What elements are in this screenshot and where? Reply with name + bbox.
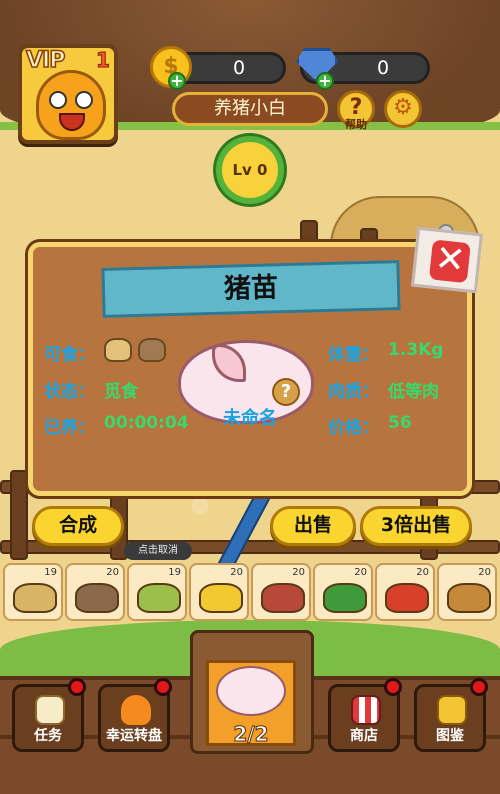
notification-dot bbox=[384, 678, 402, 696]
sell-button[interactable]: 出售 bbox=[270, 506, 356, 546]
sell-triple-button[interactable]: 3倍出售 bbox=[360, 506, 472, 546]
food-slot[interactable]: 20 bbox=[313, 563, 373, 621]
status-value: 觅食 bbox=[104, 382, 138, 402]
spinach-icon bbox=[323, 583, 367, 613]
flame-icon bbox=[121, 695, 151, 725]
avatar-eye bbox=[49, 91, 67, 109]
level-badge[interactable]: Lv 0 bbox=[216, 136, 284, 204]
shop-label: 商店 bbox=[350, 728, 378, 744]
task-scroll-icon bbox=[35, 695, 65, 725]
price-value: 56 bbox=[388, 413, 412, 433]
lucky-wheel-label: 幸运转盘 bbox=[106, 728, 162, 744]
sunflower-seeds-icon bbox=[75, 583, 119, 613]
food-count: 19 bbox=[44, 567, 57, 578]
food-slot[interactable]: 20 bbox=[189, 563, 249, 621]
food-count: 20 bbox=[478, 567, 491, 578]
compose-button[interactable]: 合成 bbox=[32, 506, 124, 546]
meat-quality-label: 肉质： bbox=[328, 382, 379, 402]
shop-icon bbox=[351, 695, 381, 725]
crown-icon bbox=[437, 695, 467, 725]
food-slot[interactable]: 19 bbox=[3, 563, 63, 621]
sunflower-seeds-icon bbox=[138, 338, 166, 362]
close-button[interactable]: ✕ bbox=[411, 226, 483, 294]
pig-icon bbox=[216, 666, 286, 716]
sweet-potato-icon bbox=[261, 583, 305, 613]
food-count: 19 bbox=[168, 567, 181, 578]
status-label: 状态： bbox=[44, 382, 95, 402]
price-label: 价格： bbox=[328, 418, 379, 438]
food-slot[interactable]: 20 bbox=[375, 563, 435, 621]
pig-count: 2/2 bbox=[233, 722, 269, 747]
soybeans-icon bbox=[13, 583, 57, 613]
food-slot[interactable]: 20 bbox=[251, 563, 311, 621]
notification-dot bbox=[154, 678, 172, 696]
pig-name[interactable]: 未命名 bbox=[210, 404, 290, 430]
food-count: 20 bbox=[354, 567, 367, 578]
notification-dot bbox=[470, 678, 488, 696]
food-count: 20 bbox=[292, 567, 305, 578]
help-label: 帮助 bbox=[345, 118, 367, 131]
vegetables-icon bbox=[385, 583, 429, 613]
task-label: 任务 bbox=[34, 728, 62, 744]
add-gem-button[interactable]: + bbox=[316, 72, 334, 90]
weight-value: 1.3Kg bbox=[388, 340, 444, 360]
meat-quality-value: 低等肉 bbox=[388, 382, 439, 402]
question-icon[interactable]: ? bbox=[272, 378, 300, 406]
soybeans-icon bbox=[104, 338, 132, 362]
player-name[interactable]: 养猪小白 bbox=[172, 92, 328, 126]
food-count: 20 bbox=[106, 567, 119, 578]
notification-dot bbox=[68, 678, 86, 696]
avatar-eye bbox=[75, 91, 93, 109]
food-count: 20 bbox=[416, 567, 429, 578]
raised-time-label: 已养： bbox=[44, 418, 95, 438]
close-icon: ✕ bbox=[428, 238, 471, 284]
peas-icon bbox=[137, 583, 181, 613]
panel-title: 猪苗 bbox=[101, 260, 401, 318]
ginseng-icon bbox=[447, 583, 491, 613]
collection-label: 图鉴 bbox=[436, 728, 464, 744]
add-gold-button[interactable]: + bbox=[168, 72, 186, 90]
avatar-mouth bbox=[59, 113, 85, 131]
vip-level: 1 bbox=[96, 48, 111, 73]
raised-time-value: 00:00:04 bbox=[104, 413, 189, 433]
vip-label: VIP bbox=[25, 48, 66, 74]
cancel-tip[interactable]: 点击取消 bbox=[124, 542, 192, 560]
food-slot[interactable]: 20 bbox=[437, 563, 497, 621]
food-slot[interactable]: 19 bbox=[127, 563, 187, 621]
avatar bbox=[36, 70, 106, 140]
food-count: 20 bbox=[230, 567, 243, 578]
fence-post bbox=[10, 470, 28, 560]
weight-label: 体重： bbox=[328, 345, 379, 365]
settings-gear-icon[interactable]: ⚙ bbox=[384, 90, 422, 128]
food-slot[interactable]: 20 bbox=[65, 563, 125, 621]
vip-avatar-card[interactable]: VIP 1 bbox=[18, 44, 118, 144]
food-label: 可食： bbox=[44, 345, 95, 365]
corn-icon bbox=[199, 583, 243, 613]
